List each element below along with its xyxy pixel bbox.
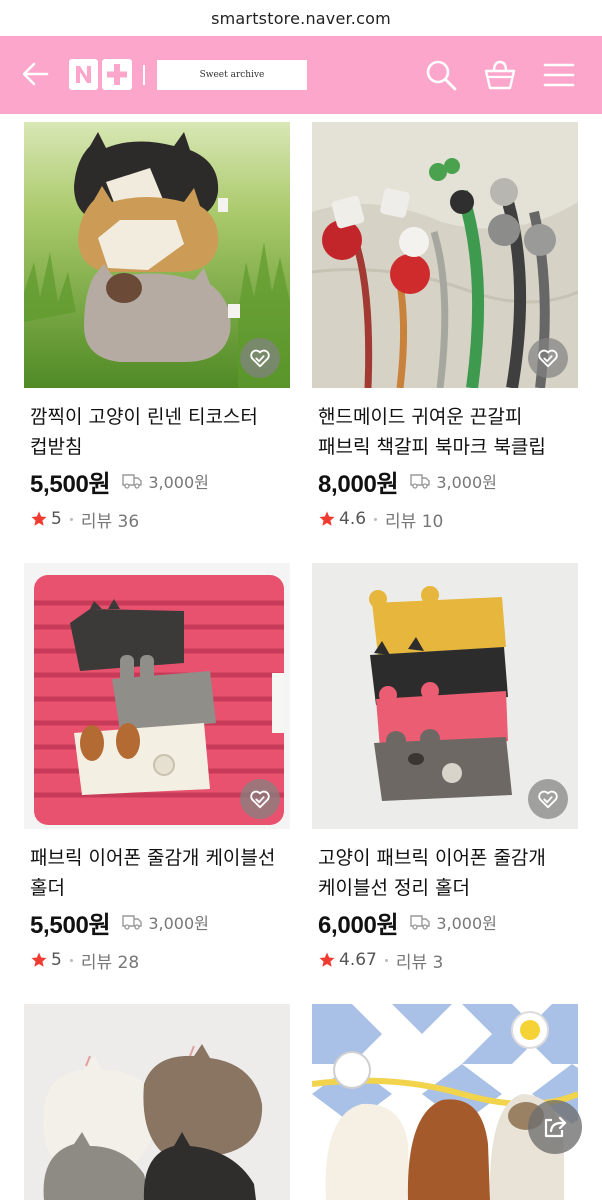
menu-button[interactable]: [542, 58, 576, 92]
store-logo[interactable]: Sweet archive: [157, 60, 307, 90]
browser-url-bar[interactable]: smartstore.naver.com: [0, 0, 602, 36]
product-price: 6,000원: [318, 911, 399, 939]
price-row: 8,000원 3,000원: [318, 466, 497, 498]
product-card[interactable]: [24, 1004, 290, 1200]
product-image[interactable]: [312, 122, 578, 388]
rating-row: 5 리뷰 28: [30, 948, 140, 973]
truck-icon: [122, 915, 143, 930]
price-row: 5,500원 3,000원: [30, 466, 209, 498]
arrow-left-icon: [22, 62, 49, 86]
shipping-fee: 3,000원: [148, 914, 209, 933]
star-icon: [31, 511, 47, 526]
review-count: 리뷰 10: [385, 511, 444, 532]
product-card[interactable]: 고양이 패브릭 이어폰 줄감개 케이블선 정리 홀더 6,000원 3,000원…: [312, 563, 578, 983]
shipping-fee: 3,000원: [436, 914, 497, 933]
price-row: 5,500원 3,000원: [30, 907, 209, 939]
product-card[interactable]: 핸드메이드 귀여운 끈갈피 패브릭 책갈피 북마크 북클립 8,000원 3,0…: [312, 122, 578, 542]
favorite-button[interactable]: [528, 779, 568, 819]
separator-dot: [69, 958, 73, 962]
product-name[interactable]: 깜찍이 고양이 린넨 티코스터 컵받침: [30, 402, 292, 462]
product-price: 5,500원: [30, 470, 111, 498]
cart-button[interactable]: [483, 58, 517, 92]
product-card[interactable]: 패브릭 이어폰 줄감개 케이블선 홀더 5,500원 3,000원 5 리뷰 2…: [24, 563, 290, 983]
store-header: Sweet archive: [0, 36, 602, 114]
search-button[interactable]: [424, 58, 458, 92]
review-count: 리뷰 36: [80, 511, 140, 532]
rating-value: 5: [51, 950, 62, 970]
heart-check-icon: [250, 349, 270, 368]
star-icon: [319, 511, 335, 526]
shipping-fee: 3,000원: [148, 473, 209, 492]
rating-row: 4.6 리뷰 10: [318, 507, 444, 532]
favorite-button[interactable]: [240, 779, 280, 819]
store-name: Sweet archive: [199, 70, 265, 80]
review-count: 리뷰 3: [395, 952, 444, 973]
product-card[interactable]: [312, 1004, 578, 1200]
truck-icon: [122, 474, 143, 489]
favorite-button[interactable]: [528, 338, 568, 378]
star-icon: [319, 952, 335, 967]
heart-check-icon: [250, 790, 270, 809]
product-image[interactable]: [312, 563, 578, 829]
rating-row: 5 리뷰 36: [30, 507, 140, 532]
header-divider: [143, 65, 145, 85]
rating-row: 4.67 리뷰 3: [318, 948, 444, 973]
product-name[interactable]: 패브릭 이어폰 줄감개 케이블선 홀더: [30, 843, 292, 903]
product-name[interactable]: 고양이 패브릭 이어폰 줄감개 케이블선 정리 홀더: [318, 843, 580, 903]
shopping-basket-icon: [484, 60, 516, 90]
price-row: 6,000원 3,000원: [318, 907, 497, 939]
search-icon: [426, 60, 457, 91]
back-button[interactable]: [20, 58, 52, 90]
shipping-fee: 3,000원: [436, 473, 497, 492]
product-name[interactable]: 핸드메이드 귀여운 끈갈피 패브릭 책갈피 북마크 북클립: [318, 402, 580, 462]
truck-icon: [410, 474, 431, 489]
rating-value: 5: [51, 509, 62, 529]
share-button[interactable]: [528, 1100, 582, 1154]
product-image[interactable]: [24, 563, 290, 829]
share-icon: [544, 1116, 567, 1138]
star-icon: [31, 952, 47, 967]
product-image[interactable]: [24, 122, 290, 388]
product-image[interactable]: [24, 1004, 290, 1200]
rating-value: 4.6: [339, 509, 367, 529]
product-image[interactable]: [312, 1004, 578, 1200]
url-text: smartstore.naver.com: [211, 8, 391, 28]
separator-dot: [384, 958, 388, 962]
heart-check-icon: [538, 790, 558, 809]
rating-value: 4.67: [339, 950, 377, 970]
product-price: 8,000원: [318, 470, 399, 498]
hamburger-menu-icon: [543, 63, 575, 87]
heart-check-icon: [538, 349, 558, 368]
separator-dot: [374, 517, 378, 521]
truck-icon: [410, 915, 431, 930]
product-card[interactable]: 깜찍이 고양이 린넨 티코스터 컵받침 5,500원 3,000원 5 리뷰 3…: [24, 122, 290, 542]
review-count: 리뷰 28: [80, 952, 140, 973]
favorite-button[interactable]: [240, 338, 280, 378]
product-price: 5,500원: [30, 911, 111, 939]
separator-dot: [69, 517, 73, 521]
naver-plus-logo[interactable]: [69, 59, 132, 90]
